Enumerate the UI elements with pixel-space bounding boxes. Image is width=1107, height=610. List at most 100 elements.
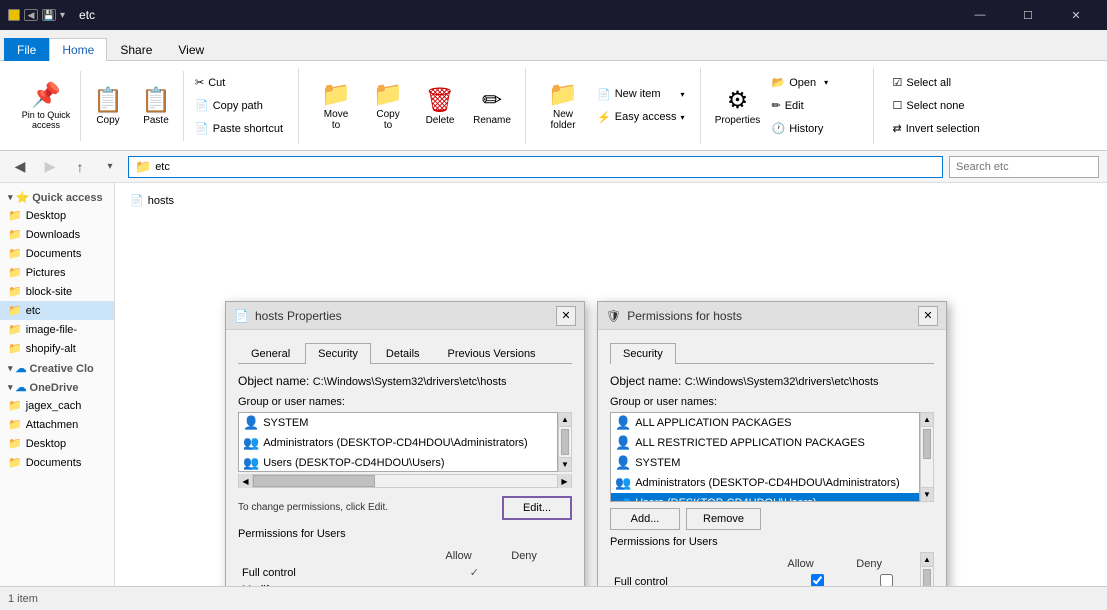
perms2-full-control-deny-cb[interactable] [880, 574, 893, 586]
hosts-user-list-wrap: 👤 SYSTEM 👥 Administrators (DESKTOP-CD4HD… [238, 412, 572, 472]
edit-ribbon-button[interactable]: ✏ Edit [765, 95, 865, 117]
perms2-full-control-allow-cb[interactable] [811, 574, 824, 586]
hosts-props-close-button[interactable]: ✕ [556, 306, 576, 326]
select-all-button[interactable]: ☑ Select all [886, 72, 987, 94]
tab-home[interactable]: Home [49, 38, 107, 61]
user-system[interactable]: 👤 SYSTEM [239, 413, 557, 433]
perms-user-system[interactable]: 👤 SYSTEM [611, 453, 919, 473]
hosts-props-tabs: General Security Details Previous Versio… [238, 342, 572, 364]
perms-table-scroll-up[interactable]: ▲ [921, 553, 933, 567]
hosts-horiz-scrollbar[interactable]: ◀ ▶ [238, 474, 572, 488]
attach-label: Attachmen [26, 419, 79, 431]
perms-table-scrollbar[interactable]: ▲ ▼ [920, 552, 934, 586]
paste-button-large[interactable]: 📋 Paste [133, 76, 179, 136]
tab-security[interactable]: Security [305, 343, 371, 364]
remove-user-button[interactable]: Remove [686, 508, 761, 530]
delete-icon: 🗑 [425, 86, 455, 115]
sidebar-item-downloads[interactable]: 📁 Downloads [0, 225, 114, 244]
maximize-button[interactable]: ☐ [1005, 0, 1051, 30]
copy-path-button[interactable]: 📄 Copy path [188, 95, 290, 117]
clipboard-small-buttons: ✂ Cut 📄 Copy path 📄 Paste shortcut [188, 72, 290, 140]
add-user-button[interactable]: Add... [610, 508, 680, 530]
all-restricted-icon: 👤 [615, 435, 631, 451]
tab-file[interactable]: File [4, 38, 49, 61]
sidebar-item-image-file[interactable]: 📁 image-file- [0, 320, 114, 339]
easy-access-button[interactable]: ⚡ Easy access ▾ [590, 106, 691, 128]
minimize-button[interactable]: — [957, 0, 1003, 30]
copy-button-large[interactable]: 📋 Copy [85, 76, 131, 136]
rename-button[interactable]: ✏ Rename [467, 76, 517, 136]
move-to-button[interactable]: 📁 Move to [311, 76, 361, 136]
sidebar-item-block-site[interactable]: 📁 block-site [0, 282, 114, 301]
perms-scroll-up-button[interactable]: ▲ [921, 413, 933, 427]
perm-modify-allow: ✓ [441, 581, 507, 586]
permissions-for-hosts-dialog: 🛡 Permissions for hosts ✕ Security Objec… [597, 301, 947, 586]
rename-label: Rename [473, 115, 511, 126]
paste-shortcut-icon: 📄 [195, 122, 209, 135]
sidebar-item-documents[interactable]: 📁 Documents [0, 244, 114, 263]
up-nav-button[interactable]: ↑ [68, 155, 92, 179]
sidebar-item-od-desktop[interactable]: 📁 Desktop [0, 434, 114, 453]
tab-previous-versions[interactable]: Previous Versions [435, 343, 549, 364]
perms-security-tab[interactable]: Security [610, 343, 676, 364]
tab-details[interactable]: Details [373, 343, 433, 364]
sidebar-item-etc[interactable]: 📁 etc [0, 301, 114, 320]
open-label: Open [789, 77, 816, 89]
paste-shortcut-button[interactable]: 📄 Paste shortcut [188, 118, 290, 140]
image-file-label: image-file- [26, 324, 77, 336]
select-none-button[interactable]: ☐ Select none [886, 95, 987, 117]
scroll-down-button[interactable]: ▼ [559, 457, 571, 471]
easy-access-arrow: ▾ [680, 113, 684, 122]
perms-system-label: SYSTEM [635, 457, 680, 469]
od-docs-icon: 📁 [8, 456, 22, 469]
perms-close-button[interactable]: ✕ [918, 306, 938, 326]
sidebar-item-pictures[interactable]: 📁 Pictures [0, 263, 114, 282]
edit-permissions-button[interactable]: Edit... [502, 496, 572, 520]
perms-user-users[interactable]: 👥 Users (DESKTOP-CD4HDOU\Users) [611, 493, 919, 502]
tab-view[interactable]: View [165, 38, 217, 61]
close-button[interactable]: ✕ [1053, 0, 1099, 30]
perms-user-all-restricted[interactable]: 👤 ALL RESTRICTED APPLICATION PACKAGES [611, 433, 919, 453]
delete-button[interactable]: 🗑 Delete [415, 76, 465, 136]
properties-icon: ⚙ [727, 86, 749, 115]
history-button[interactable]: 🕐 History [765, 118, 865, 140]
ribbon-tabs: File Home Share View [0, 30, 1107, 60]
perms-user-all-app-pkgs[interactable]: 👤 ALL APPLICATION PACKAGES [611, 413, 919, 433]
recent-nav-button[interactable]: ▾ [98, 155, 122, 179]
user-users[interactable]: 👥 Users (DESKTOP-CD4HDOU\Users) [239, 453, 557, 472]
sidebar-item-attachments[interactable]: 📁 Attachmen [0, 415, 114, 434]
sidebar-item-jagex[interactable]: 📁 jagex_cach [0, 396, 114, 415]
horiz-scroll-thumb [253, 475, 375, 487]
copy-to-button[interactable]: 📁 Copy to [363, 76, 413, 136]
new-item-icon: 📄 [597, 88, 611, 101]
properties-button[interactable]: ⚙ Properties [713, 76, 763, 136]
pin-to-quick-access-button[interactable]: 📌 Pin to Quick access [16, 76, 76, 136]
perms-user-scrollbar[interactable]: ▲ ▼ [920, 412, 934, 502]
sidebar-item-desktop[interactable]: 📁 Desktop [0, 206, 114, 225]
new-folder-button[interactable]: 📁 New folder [538, 76, 588, 136]
creative-label: Creative Clo [30, 363, 94, 375]
horiz-scroll-right-button[interactable]: ▶ [557, 474, 571, 488]
perms-scroll-down-button[interactable]: ▼ [921, 487, 933, 501]
forward-nav-button[interactable]: ▶ [38, 155, 62, 179]
sidebar-item-shopify[interactable]: 📁 shopify-alt [0, 339, 114, 358]
hosts-user-scrollbar[interactable]: ▲ ▼ [558, 412, 572, 472]
invert-selection-button[interactable]: ⇄ Invert selection [886, 118, 987, 140]
address-input[interactable]: 📁 etc [128, 156, 943, 178]
horiz-scroll-track [253, 475, 557, 487]
new-item-button[interactable]: 📄 New item ▾ [590, 83, 691, 105]
perms-user-list-wrap: 👤 ALL APPLICATION PACKAGES 👤 ALL RESTRIC… [610, 412, 934, 502]
quick-access-arrow: ▾ [8, 192, 13, 203]
open-button[interactable]: 📂 Open ▾ [765, 72, 865, 94]
search-input[interactable] [949, 156, 1099, 178]
horiz-scroll-left-button[interactable]: ◀ [239, 474, 253, 488]
tab-share[interactable]: Share [107, 38, 165, 61]
scroll-up-button[interactable]: ▲ [559, 413, 571, 427]
tab-general[interactable]: General [238, 343, 303, 364]
user-administrators[interactable]: 👥 Administrators (DESKTOP-CD4HDOU\Admini… [239, 433, 557, 453]
sidebar-item-od-documents[interactable]: 📁 Documents [0, 453, 114, 472]
back-nav-button[interactable]: ◀ [8, 155, 32, 179]
perms2-row-full-control: Full control [610, 572, 920, 586]
cut-button[interactable]: ✂ Cut [188, 72, 290, 94]
perms-user-admins[interactable]: 👥 Administrators (DESKTOP-CD4HDOU\Admini… [611, 473, 919, 493]
